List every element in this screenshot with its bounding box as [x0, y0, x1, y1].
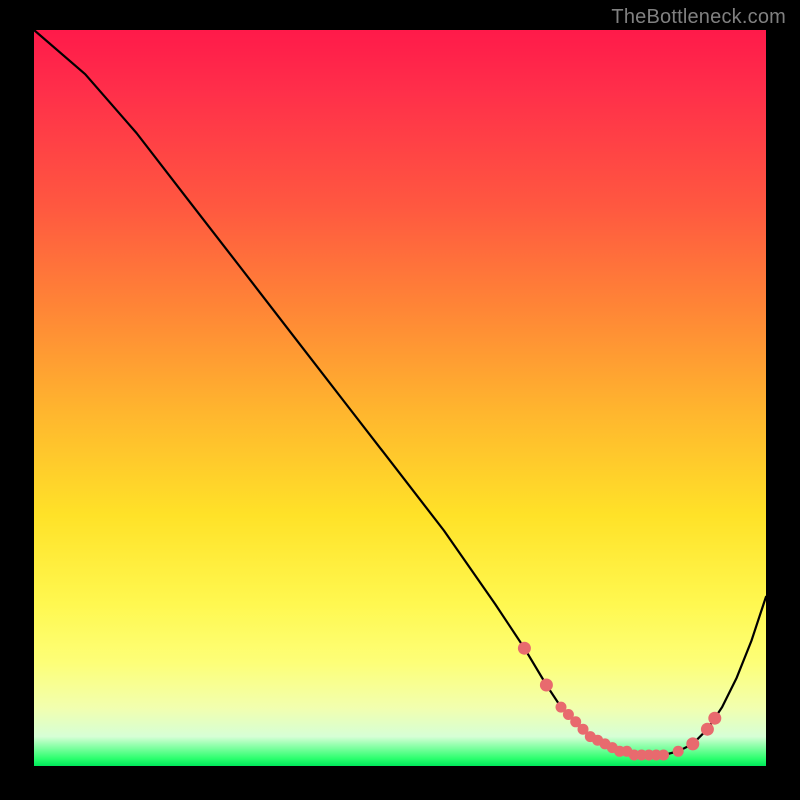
- plot-frame: [34, 30, 766, 766]
- highlight-dot: [708, 712, 721, 725]
- chart-stage: TheBottleneck.com: [0, 0, 800, 800]
- highlight-dot: [686, 737, 699, 750]
- bottleneck-curve: [34, 30, 766, 755]
- curve-layer: [34, 30, 766, 766]
- highlight-dot: [540, 679, 553, 692]
- optimal-range-dots: [518, 642, 721, 761]
- highlight-dot: [658, 750, 669, 761]
- highlight-dot: [518, 642, 531, 655]
- highlight-dot: [673, 746, 684, 757]
- highlight-dot: [701, 723, 714, 736]
- attribution-text: TheBottleneck.com: [611, 6, 786, 29]
